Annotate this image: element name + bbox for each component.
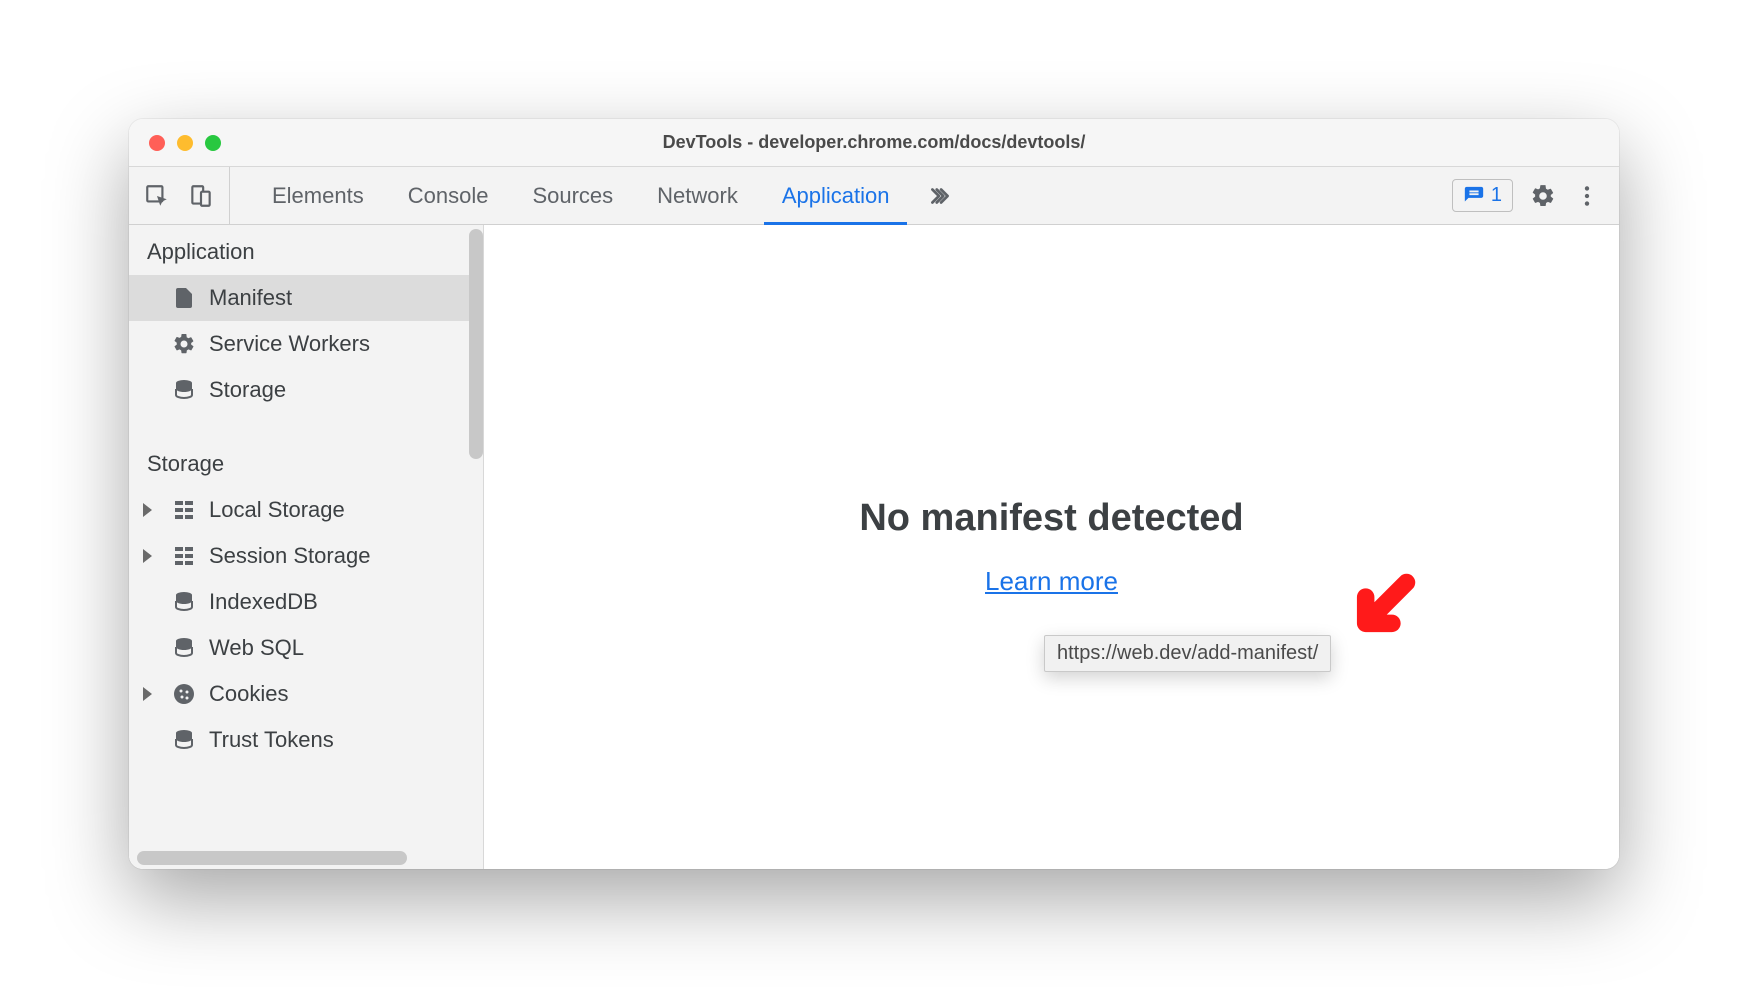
sidebar-item-label: Web SQL bbox=[209, 635, 304, 661]
link-tooltip: https://web.dev/add-manifest/ bbox=[1044, 635, 1331, 672]
sidebar-item-label: Storage bbox=[209, 377, 286, 403]
toolbar-left-group bbox=[129, 167, 230, 224]
window-close-button[interactable] bbox=[149, 135, 165, 151]
issues-count: 1 bbox=[1491, 184, 1502, 207]
toolbar-right-group: 1 bbox=[1452, 167, 1619, 224]
window-title: DevTools - developer.chrome.com/docs/dev… bbox=[129, 132, 1619, 153]
content-area: Application Manifest Service Workers bbox=[129, 225, 1619, 869]
tab-network[interactable]: Network bbox=[635, 167, 760, 224]
sidebar-item-label: Manifest bbox=[209, 285, 292, 311]
titlebar: DevTools - developer.chrome.com/docs/dev… bbox=[129, 119, 1619, 167]
vertical-scrollbar[interactable] bbox=[469, 229, 483, 459]
sidebar-item-label: Trust Tokens bbox=[209, 727, 334, 753]
more-tabs-button[interactable] bbox=[911, 167, 969, 224]
sidebar-section-storage: Storage bbox=[129, 437, 483, 487]
sidebar-item-label: IndexedDB bbox=[209, 589, 318, 615]
panel-tabs: Elements Console Sources Network Applica… bbox=[230, 167, 969, 224]
tab-elements[interactable]: Elements bbox=[250, 167, 386, 224]
database-icon bbox=[171, 377, 197, 403]
sidebar-item-label: Session Storage bbox=[209, 543, 370, 569]
sidebar-item-manifest[interactable]: Manifest bbox=[129, 275, 483, 321]
application-sidebar: Application Manifest Service Workers bbox=[129, 225, 484, 869]
kebab-menu-icon[interactable] bbox=[1573, 182, 1601, 210]
sidebar-item-indexeddb[interactable]: IndexedDB bbox=[129, 579, 483, 625]
devtools-window: DevTools - developer.chrome.com/docs/dev… bbox=[129, 119, 1619, 869]
sidebar-scroll-area[interactable]: Application Manifest Service Workers bbox=[129, 225, 483, 869]
sidebar-section-application: Application bbox=[129, 225, 483, 275]
device-toggle-icon[interactable] bbox=[187, 182, 215, 210]
devtools-toolbar: Elements Console Sources Network Applica… bbox=[129, 167, 1619, 225]
tab-application[interactable]: Application bbox=[760, 167, 912, 224]
issues-counter[interactable]: 1 bbox=[1452, 179, 1513, 212]
expand-caret-icon[interactable] bbox=[143, 503, 152, 517]
document-icon bbox=[171, 285, 197, 311]
sidebar-item-session-storage[interactable]: Session Storage bbox=[129, 533, 483, 579]
settings-icon[interactable] bbox=[1529, 182, 1557, 210]
database-icon bbox=[171, 727, 197, 753]
sidebar-item-local-storage[interactable]: Local Storage bbox=[129, 487, 483, 533]
traffic-lights bbox=[129, 135, 221, 151]
window-minimize-button[interactable] bbox=[177, 135, 193, 151]
horizontal-scrollbar[interactable] bbox=[137, 851, 407, 865]
expand-caret-icon[interactable] bbox=[143, 549, 152, 563]
sidebar-item-cookies[interactable]: Cookies bbox=[129, 671, 483, 717]
annotation-arrow-icon bbox=[1354, 565, 1424, 640]
cookie-icon bbox=[171, 681, 197, 707]
grid-icon bbox=[171, 543, 197, 569]
gear-icon bbox=[171, 331, 197, 357]
tab-console[interactable]: Console bbox=[386, 167, 511, 224]
manifest-empty-heading: No manifest detected bbox=[859, 497, 1243, 540]
sidebar-item-trust-tokens[interactable]: Trust Tokens bbox=[129, 717, 483, 763]
sidebar-item-web-sql[interactable]: Web SQL bbox=[129, 625, 483, 671]
sidebar-item-label: Cookies bbox=[209, 681, 288, 707]
inspect-element-icon[interactable] bbox=[143, 182, 171, 210]
sidebar-item-service-workers[interactable]: Service Workers bbox=[129, 321, 483, 367]
sidebar-item-storage[interactable]: Storage bbox=[129, 367, 483, 413]
learn-more-link[interactable]: Learn more bbox=[985, 566, 1118, 597]
database-icon bbox=[171, 635, 197, 661]
sidebar-item-label: Local Storage bbox=[209, 497, 345, 523]
expand-caret-icon[interactable] bbox=[143, 687, 152, 701]
tab-sources[interactable]: Sources bbox=[510, 167, 635, 224]
sidebar-item-label: Service Workers bbox=[209, 331, 370, 357]
window-zoom-button[interactable] bbox=[205, 135, 221, 151]
main-panel: No manifest detected Learn more https://… bbox=[484, 225, 1619, 869]
grid-icon bbox=[171, 497, 197, 523]
database-icon bbox=[171, 589, 197, 615]
